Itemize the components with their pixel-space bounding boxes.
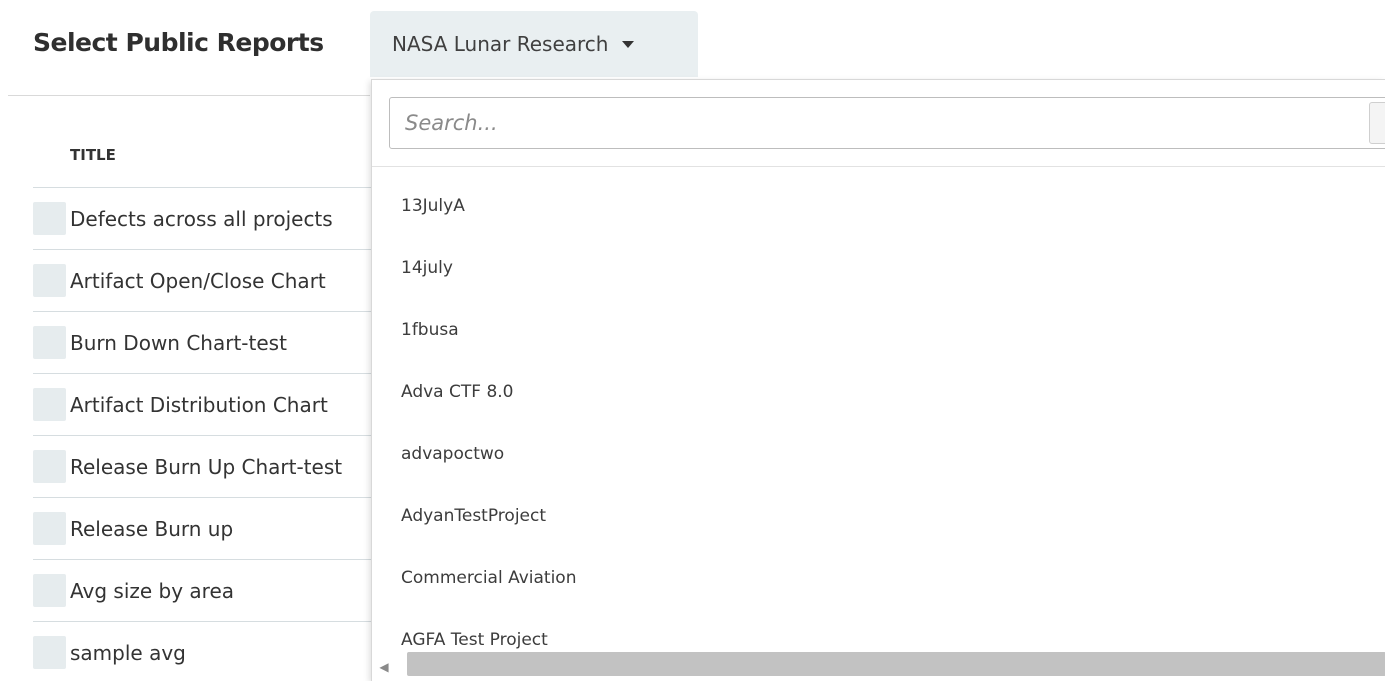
table-row[interactable]: Defects across all projects (33, 187, 373, 249)
page-title: Select Public Reports (33, 28, 324, 57)
row-checkbox[interactable] (33, 512, 66, 545)
row-title: Release Burn up (70, 516, 234, 541)
dropdown-option[interactable]: 14july (372, 242, 1385, 304)
scrollbar-thumb[interactable] (407, 652, 1385, 676)
dropdown-option[interactable]: 1fbusa (372, 304, 1385, 366)
row-title: Burn Down Chart-test (70, 330, 287, 355)
row-checkbox[interactable] (33, 636, 66, 669)
row-checkbox[interactable] (33, 264, 66, 297)
row-checkbox[interactable] (33, 388, 66, 421)
row-title: Artifact Open/Close Chart (70, 268, 326, 293)
scroll-left-arrow-icon[interactable]: ◀ (372, 652, 396, 681)
dropdown-option[interactable]: Commercial Aviation (372, 552, 1385, 614)
row-title: sample avg (70, 640, 186, 665)
row-title: Avg size by area (70, 578, 235, 603)
row-title: Artifact Distribution Chart (70, 392, 328, 417)
dropdown-option[interactable]: advapoctwo (372, 428, 1385, 490)
table-row[interactable]: Artifact Distribution Chart (33, 373, 373, 435)
project-dropdown[interactable]: NASA Lunar Research (370, 11, 698, 77)
column-header-title[interactable]: TITLE (70, 146, 116, 164)
horizontal-scrollbar[interactable]: ◀ (372, 652, 1385, 681)
dropdown-option[interactable]: AdyanTestProject (372, 490, 1385, 552)
project-dropdown-value: NASA Lunar Research (392, 32, 609, 56)
row-checkbox[interactable] (33, 450, 66, 483)
table-row[interactable]: Release Burn Up Chart-test (33, 435, 373, 497)
chevron-down-icon (622, 40, 635, 48)
dropdown-search-area (372, 80, 1385, 167)
dropdown-option[interactable]: Adva CTF 8.0 (372, 366, 1385, 428)
row-checkbox[interactable] (33, 574, 66, 607)
table-row[interactable]: Avg size by area (33, 559, 373, 621)
dropdown-option[interactable]: 13JulyA (372, 180, 1385, 242)
table-row[interactable]: sample avg (33, 621, 373, 681)
dropdown-options: 13JulyA 14july 1fbusa Adva CTF 8.0 advap… (372, 180, 1385, 676)
row-title: Defects across all projects (70, 206, 333, 231)
table-row[interactable]: Artifact Open/Close Chart (33, 249, 373, 311)
search-addon-button[interactable] (1369, 102, 1385, 144)
project-dropdown-menu: 13JulyA 14july 1fbusa Adva CTF 8.0 advap… (371, 79, 1385, 681)
reports-table: Defects across all projects Artifact Ope… (33, 187, 373, 681)
row-checkbox[interactable] (33, 202, 66, 235)
row-checkbox[interactable] (33, 326, 66, 359)
search-input[interactable] (389, 97, 1385, 149)
table-row[interactable]: Burn Down Chart-test (33, 311, 373, 373)
report-selector-page: Select Public Reports NASA Lunar Researc… (0, 0, 1385, 681)
row-title: Release Burn Up Chart-test (70, 454, 343, 479)
header-divider (8, 95, 370, 96)
table-row[interactable]: Release Burn up (33, 497, 373, 559)
